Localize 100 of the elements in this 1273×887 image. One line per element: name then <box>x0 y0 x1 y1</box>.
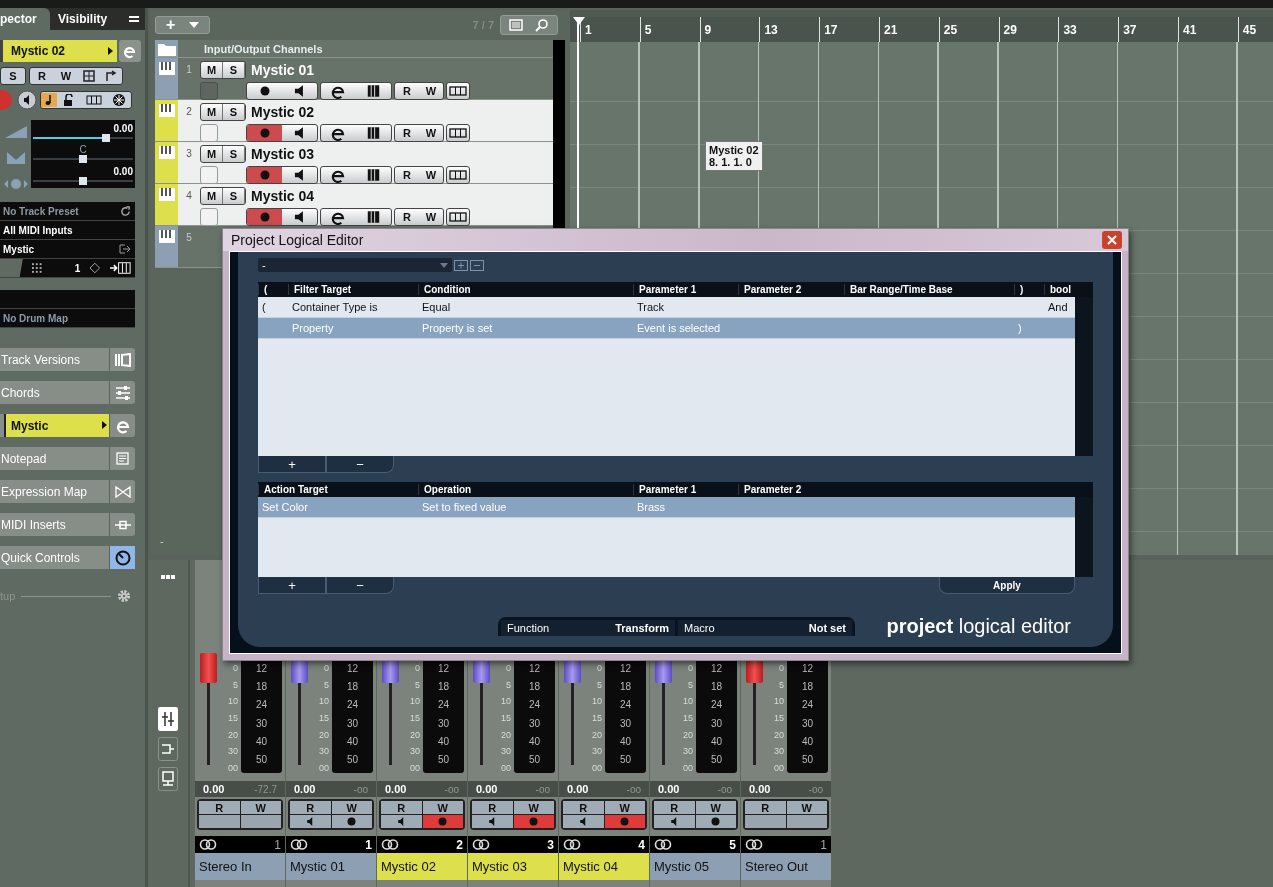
lock-icon[interactable] <box>62 94 76 106</box>
track-name[interactable]: Mystic 02 <box>251 104 315 120</box>
column-header[interactable]: Condition <box>418 284 633 295</box>
column-header[interactable]: Parameter 2 <box>738 484 844 495</box>
inspector-tab[interactable]: pector <box>0 8 50 30</box>
write-button[interactable]: W <box>331 801 372 814</box>
add-track-button[interactable]: + <box>155 16 211 34</box>
volume-value[interactable]: 0.00 <box>294 783 316 795</box>
freeze-icon[interactable] <box>112 93 126 107</box>
bowtie-icon[interactable] <box>114 485 131 498</box>
read-button[interactable]: R <box>654 801 695 814</box>
inspector-tab[interactable]: Visibility <box>50 8 116 30</box>
add-preset-icon[interactable] <box>454 259 468 271</box>
grid-icon[interactable] <box>446 124 470 142</box>
fader-handle[interactable] <box>200 653 217 683</box>
track-name[interactable]: Mystic 04 <box>251 188 315 204</box>
column-header[interactable]: Operation <box>418 484 633 495</box>
write-button[interactable]: W <box>419 209 443 225</box>
grid-icon[interactable] <box>83 70 95 82</box>
mute-button[interactable]: M <box>201 188 223 204</box>
note-icon[interactable] <box>41 93 57 107</box>
midi-channel-field[interactable]: 1 <box>51 262 81 274</box>
volume-value[interactable]: 0.00 <box>203 783 225 795</box>
volume-value[interactable]: 0.00 <box>476 783 498 795</box>
settings-icon[interactable] <box>117 589 131 603</box>
dropdown-icon[interactable] <box>189 22 200 28</box>
midi-input-field[interactable]: All MIDI Inputs <box>3 224 73 236</box>
more-icon[interactable] <box>161 575 175 579</box>
inspector-section[interactable]: Mystic <box>4 414 109 437</box>
speaker-icon[interactable] <box>654 815 695 828</box>
speaker-icon[interactable] <box>563 815 604 828</box>
apply-button[interactable]: Apply <box>939 577 1075 594</box>
midi-output-field[interactable]: Mystic <box>3 243 35 255</box>
channel-name[interactable]: Stereo In <box>195 853 285 880</box>
speaker-icon[interactable] <box>17 90 37 110</box>
sliders-icon[interactable] <box>114 385 131 400</box>
track-name[interactable]: Mystic 03 <box>251 146 315 162</box>
speaker-icon[interactable] <box>472 815 513 828</box>
toggle-box[interactable] <box>200 82 218 100</box>
close-icon[interactable] <box>1102 231 1122 249</box>
search-icon[interactable] <box>535 18 549 32</box>
function-selector[interactable]: Function Transform <box>501 619 675 636</box>
column-header[interactable]: Parameter 2 <box>738 284 844 295</box>
read-button[interactable]: R <box>290 801 331 814</box>
write-button[interactable]: W <box>422 801 463 814</box>
channel-name[interactable]: Mystic 05 <box>650 853 740 880</box>
volume-value[interactable]: 0.00 <box>567 783 589 795</box>
read-button[interactable]: R <box>395 83 419 99</box>
read-button[interactable]: R <box>30 68 54 84</box>
column-header[interactable]: bool <box>1044 284 1093 295</box>
monitor-icon[interactable] <box>158 767 178 791</box>
toggle-box[interactable] <box>200 208 218 226</box>
write-button[interactable]: W <box>419 167 443 183</box>
slider-track[interactable] <box>33 137 133 140</box>
toggle-box[interactable] <box>200 124 218 142</box>
write-button[interactable]: W <box>419 125 443 141</box>
write-button[interactable]: W <box>695 801 736 814</box>
macro-selector[interactable]: Macro Not set <box>678 619 852 636</box>
route-icon[interactable] <box>105 70 117 82</box>
grid-icon[interactable] <box>446 208 470 226</box>
insert-icon[interactable] <box>114 519 131 530</box>
mute-button[interactable]: M <box>201 146 223 162</box>
toggle-box[interactable] <box>200 166 218 184</box>
routing-icon[interactable] <box>158 737 178 761</box>
solo-button[interactable]: S <box>223 62 245 78</box>
blank-button[interactable] <box>786 815 827 828</box>
speaker-icon[interactable] <box>381 815 422 828</box>
grid-icon[interactable] <box>446 82 470 100</box>
write-button[interactable]: W <box>419 83 443 99</box>
column-header[interactable]: Parameter 1 <box>633 484 738 495</box>
keyboard-icon[interactable] <box>109 262 131 274</box>
write-button[interactable]: W <box>54 68 78 84</box>
grid-icon[interactable] <box>86 95 102 105</box>
column-header[interactable]: Filter Target <box>288 284 418 295</box>
drum-map-field[interactable]: No Drum Map <box>3 312 68 324</box>
grid-icon[interactable] <box>446 166 470 184</box>
solo-button[interactable]: S <box>223 146 245 162</box>
read-button[interactable]: R <box>381 801 422 814</box>
write-button[interactable]: W <box>513 801 554 814</box>
channel-name[interactable]: Mystic 02 <box>377 853 467 880</box>
track-name-field[interactable]: Mystic 02 <box>0 40 117 62</box>
read-button[interactable]: R <box>745 801 786 814</box>
solo-button[interactable]: S <box>223 188 245 204</box>
menu-icon[interactable] <box>129 15 139 23</box>
dial-icon[interactable] <box>114 549 131 566</box>
channel-name[interactable]: Mystic 04 <box>559 853 649 880</box>
read-button[interactable]: R <box>472 801 513 814</box>
read-button[interactable]: R <box>199 801 240 814</box>
row-edit-button[interactable]: + <box>258 577 326 594</box>
slider-track[interactable] <box>33 179 133 182</box>
track-name[interactable]: Mystic 01 <box>251 62 315 78</box>
channel-name[interactable]: Mystic 03 <box>468 853 558 880</box>
channel-name[interactable]: Mystic 01 <box>286 853 376 880</box>
read-button[interactable]: R <box>395 209 419 225</box>
row-edit-button[interactable]: + <box>258 456 326 473</box>
slider-track[interactable] <box>33 158 133 161</box>
column-header[interactable]: Bar Range/Time Base <box>844 284 1014 295</box>
list-icon[interactable] <box>509 19 523 31</box>
remove-preset-icon[interactable] <box>470 259 484 271</box>
read-button[interactable]: R <box>395 167 419 183</box>
